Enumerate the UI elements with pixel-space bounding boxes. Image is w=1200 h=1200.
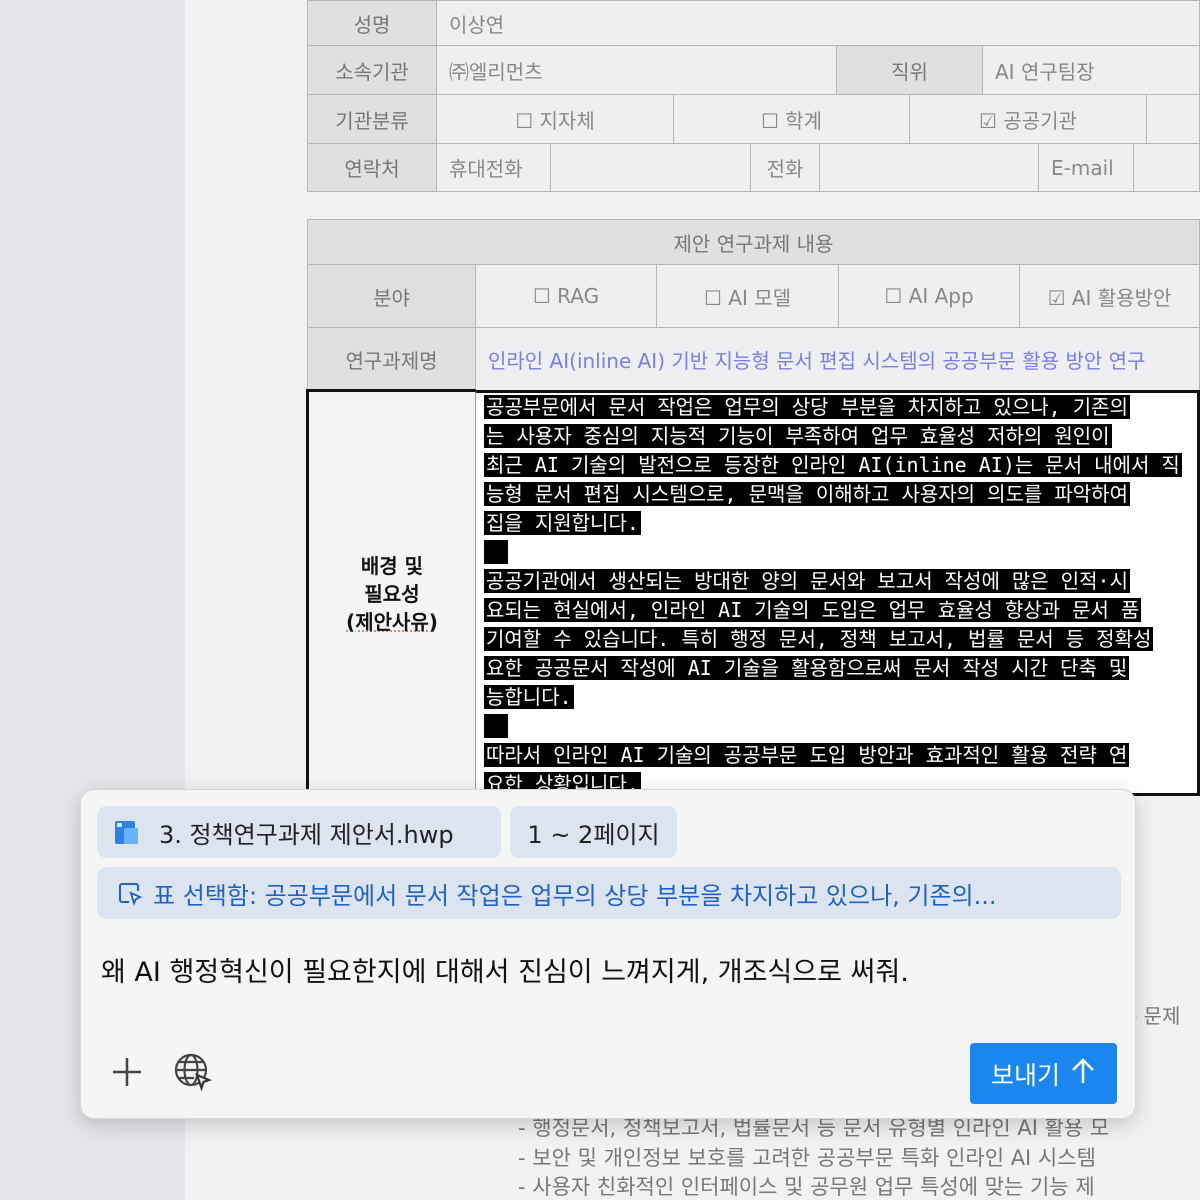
lower-bullet-2: - 보안 및 개인정보 보호를 고려한 공공부문 특화 인라인 AI 시스템 [518,1146,1096,1170]
background-text-line: 공공부문에서 문서 작업은 업무의 상당 부분을 차지하고 있으나, 기존의 [484,395,1130,419]
partial-right-text: - 문제 [1130,1004,1181,1028]
field-label: 분야 [307,264,476,328]
org-label: 소속기관 [307,45,437,95]
position-value[interactable]: AI 연구팀장 [982,45,1200,95]
field-ai-model-checkbox[interactable]: ☐ AI 모델 [656,264,839,328]
arrow-up-icon [1070,1057,1096,1091]
background-text-line: 능형 문서 편집 시스템으로, 문맥을 이해하고 사용자의 의도를 파악하여 [484,482,1130,506]
position-label: 직위 [836,45,983,95]
web-search-button[interactable] [171,1052,215,1096]
background-label-line2: 필요성 [364,582,420,606]
name-value[interactable]: 이상연 [436,0,1200,46]
background-text-line: 따라서 인라인 AI 기술의 공공부문 도입 방안과 효과적인 활용 전략 연 [484,743,1130,767]
background-text-line: 능합니다. [484,685,574,709]
email-label: E-mail [1038,143,1134,192]
background-body-cell[interactable]: 공공부문에서 문서 작업은 업무의 상당 부분을 차지하고 있으나, 기존의는 … [475,390,1200,796]
category-academia-checkbox[interactable]: ☐ 학계 [673,94,910,144]
background-text-line: 는 사용자 중심의 지능적 기능이 부족하여 업무 효율성 저하의 원인이 [484,424,1112,448]
field-rag-checkbox[interactable]: ☐ RAG [475,264,657,328]
background-text-line: 요한 공공문서 작성에 AI 기술을 활용함으로써 문서 작성 시간 단축 및 [484,656,1130,680]
mobile-value[interactable] [550,143,751,192]
selection-text: 표 선택함: 공공부문에서 문서 작업은 업무의 상당 부분을 차지하고 있으나… [153,881,997,910]
background-text: 공공부문에서 문서 작업은 업무의 상당 부분을 차지하고 있으나, 기존의는 … [484,393,1182,793]
selection-icon [117,880,143,906]
page-range-label: 1 ~ 2페이지 [527,820,660,849]
background-label-cell: 배경 및 필요성 (제안사유) [306,389,476,799]
background-label-line1: 배경 및 [360,554,424,578]
org-value[interactable]: ㈜엘리먼츠 [436,45,837,95]
category-local-gov-checkbox[interactable]: ☐ 지자체 [436,94,674,144]
category-label: 기관분류 [307,94,437,144]
ai-assistant-panel: 3. 정책연구과제 제안서.hwp 1 ~ 2페이지 표 선택함: 공공부문에서… [80,789,1136,1119]
background-text-line: 집을 지원합니다. [484,511,641,535]
email-value[interactable] [1133,143,1200,192]
name-label: 성명 [307,0,437,46]
selection-bar[interactable]: 표 선택함: 공공부문에서 문서 작업은 업무의 상당 부분을 차지하고 있으나… [97,867,1121,919]
send-button[interactable]: 보내기 [970,1043,1117,1104]
background-text-line [484,538,1182,567]
category-extra-cell [1146,94,1200,144]
category-public-org-checkbox[interactable]: ☑ 공공기관 [909,94,1147,144]
phone-value[interactable] [819,143,1039,192]
title-label: 연구과제명 [307,327,476,391]
proposal-section-title: 제안 연구과제 내용 [307,219,1200,265]
background-text-line: 최근 AI 기술의 발전으로 등장한 인라인 AI(inline AI)는 문서… [484,453,1182,477]
title-value[interactable]: 인라인 AI(inline AI) 기반 지능형 문서 편집 시스템의 공공부문… [475,327,1200,391]
background-text-line [484,712,1182,741]
contact-label: 연락처 [307,143,437,192]
globe-cursor-icon [172,1051,214,1097]
add-button[interactable] [109,1054,145,1094]
prompt-input[interactable]: 왜 AI 행정혁신이 필요한지에 대해서 진심이 느껴지게, 개조식으로 써줘. [101,950,909,989]
field-ai-app-checkbox[interactable]: ☐ AI App [838,264,1020,328]
background-label-line3: (제안사유) [346,610,438,634]
page-range-chip[interactable]: 1 ~ 2페이지 [510,806,677,858]
send-label: 보내기 [990,1060,1060,1090]
mobile-label: 휴대전화 [436,143,551,192]
field-ai-usage-checkbox[interactable]: ☑ AI 활용방안 [1019,264,1200,328]
plus-icon [109,1054,145,1094]
lower-bullet-3: - 사용자 친화적인 인터페이스 및 공무원 업무 특성에 맞는 기능 제 [518,1175,1095,1199]
file-chip-label: 3. 정책연구과제 제안서.hwp [159,820,454,849]
background-text-line: 공공기관에서 생산되는 방대한 양의 문서와 보고서 작성에 많은 인적·시 [484,569,1130,593]
phone-label: 전화 [750,143,820,192]
hwp-file-icon [113,818,141,846]
background-text-line: 기여할 수 있습니다. 특히 행정 문서, 정책 보고서, 법률 문서 등 정확… [484,627,1154,651]
background-text-line: 요되는 현실에서, 인라인 AI 기술의 도입은 업무 효율성 향상과 문서 품 [484,598,1142,622]
file-chip[interactable]: 3. 정책연구과제 제안서.hwp [97,806,501,858]
